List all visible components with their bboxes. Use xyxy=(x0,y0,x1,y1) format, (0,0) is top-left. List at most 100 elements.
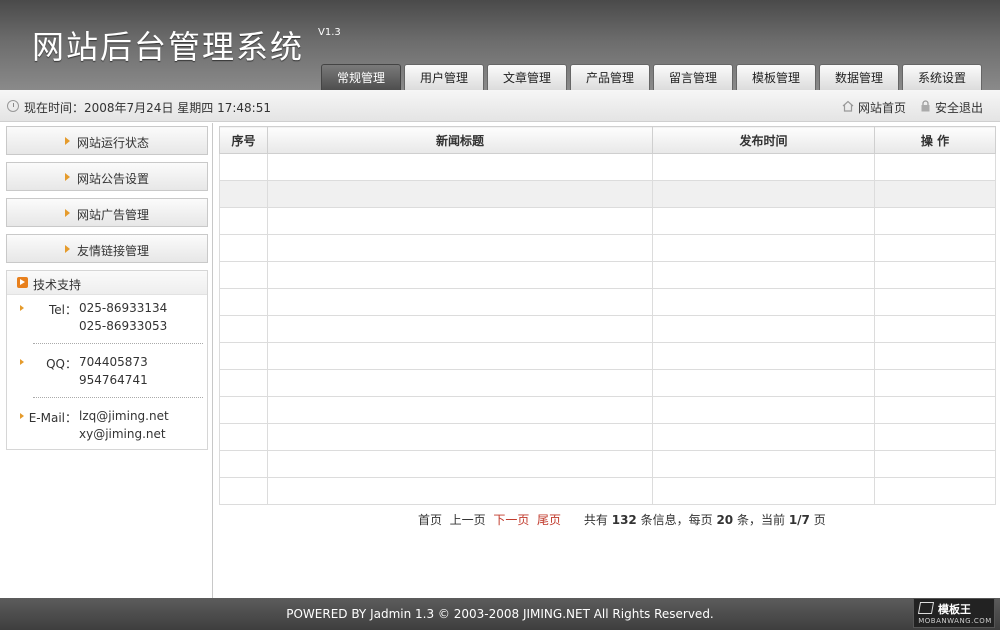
lock-icon xyxy=(921,100,930,112)
table-cell xyxy=(267,450,653,478)
table-cell xyxy=(219,207,268,235)
per-page-suffix: 条，当前 xyxy=(736,513,785,527)
arrow-right-icon xyxy=(65,209,70,217)
table-cell xyxy=(652,153,875,181)
page-suffix: 页 xyxy=(813,513,826,527)
sidebar-item-label: 网站运行状态 xyxy=(77,136,150,150)
table-cell xyxy=(267,261,653,289)
email-value[interactable]: xy@jiming.net xyxy=(79,427,166,441)
tab-products[interactable]: 产品管理 xyxy=(570,64,650,90)
table-cell xyxy=(874,180,996,208)
last-page-link[interactable]: 尾页 xyxy=(537,511,561,528)
pagination: 首页 上一页 下一页 尾页 共有 132 条信息，每页 20 条，当前 1/7 … xyxy=(418,511,826,528)
table-cell xyxy=(267,396,653,424)
total-suffix: 条信息，每页 xyxy=(640,513,713,527)
tab-data[interactable]: 数据管理 xyxy=(819,64,899,90)
qq-value: 954764741 xyxy=(79,373,148,387)
logo-icon xyxy=(917,602,935,614)
table-cell xyxy=(874,207,996,235)
table-row xyxy=(219,477,996,505)
table-cell xyxy=(874,288,996,316)
table-cell xyxy=(652,477,875,505)
arrow-right-icon xyxy=(65,137,70,145)
tab-messages[interactable]: 留言管理 xyxy=(653,64,733,90)
table-cell xyxy=(874,477,996,505)
table-row xyxy=(219,288,996,316)
table-row xyxy=(219,207,996,235)
table-cell xyxy=(267,369,653,397)
divider xyxy=(33,397,203,398)
home-icon xyxy=(842,100,854,112)
col-header-index[interactable]: 序号 xyxy=(219,126,268,154)
header: 网站后台管理系统 V1.3 常规管理 用户管理 文章管理 产品管理 留言管理 模… xyxy=(0,0,1000,90)
email-value[interactable]: lzq@jiming.net xyxy=(79,409,169,423)
tech-support-header: 技术支持 xyxy=(7,271,207,295)
table-cell xyxy=(874,153,996,181)
tab-settings[interactable]: 系统设置 xyxy=(902,64,982,90)
table-cell xyxy=(267,153,653,181)
sidebar-item-label: 网站公告设置 xyxy=(77,172,150,186)
table-cell xyxy=(874,261,996,289)
table-cell xyxy=(652,423,875,451)
sidebar-item-friend-links[interactable]: 友情链接管理 xyxy=(6,234,208,263)
col-header-publish-time[interactable]: 发布时间 xyxy=(652,126,875,154)
table-cell xyxy=(652,180,875,208)
table-cell xyxy=(219,288,268,316)
total-prefix: 共有 xyxy=(583,513,608,527)
prev-page-link[interactable]: 上一页 xyxy=(450,511,486,528)
tab-users[interactable]: 用户管理 xyxy=(404,64,484,90)
watermark-url: MOBANWANG.COM xyxy=(918,617,992,625)
table-cell xyxy=(267,477,653,505)
table-cell xyxy=(267,288,653,316)
tel-label: Tel： xyxy=(48,303,77,317)
table-row xyxy=(219,315,996,343)
table-row xyxy=(219,153,996,181)
col-header-title[interactable]: 新闻标题 xyxy=(267,126,653,154)
sidebar-item-site-status[interactable]: 网站运行状态 xyxy=(6,126,208,155)
table-cell xyxy=(652,207,875,235)
next-page-link[interactable]: 下一页 xyxy=(493,511,529,528)
table-cell xyxy=(652,315,875,343)
table-cell xyxy=(219,423,268,451)
tel-value: 025-86933134 xyxy=(79,301,168,315)
logout-link[interactable]: 安全退出 xyxy=(935,99,983,116)
table-row xyxy=(219,450,996,478)
sidebar: 网站运行状态 网站公告设置 网站广告管理 友情链接管理 技术支持 Tel： 02… xyxy=(0,123,213,598)
tab-general[interactable]: 常规管理 xyxy=(321,64,401,90)
table-cell xyxy=(652,234,875,262)
home-link[interactable]: 网站首页 xyxy=(858,99,906,116)
table-cell xyxy=(874,234,996,262)
news-table: 序号 新闻标题 发布时间 操 作 xyxy=(219,126,996,505)
table-row xyxy=(219,261,996,289)
table-row xyxy=(219,234,996,262)
table-cell xyxy=(267,207,653,235)
version-label: V1.3 xyxy=(318,27,341,38)
tab-templates[interactable]: 模板管理 xyxy=(736,64,816,90)
tel-value: 025-86933053 xyxy=(79,319,168,333)
arrow-right-icon xyxy=(65,173,70,181)
table-row xyxy=(219,423,996,451)
first-page-link[interactable]: 首页 xyxy=(418,511,442,528)
email-label: E-Mail： xyxy=(28,411,77,425)
clock-icon xyxy=(7,100,19,112)
status-bar: 现在时间：2008年7月24日 星期四 17:48:51 网站首页 安全退出 xyxy=(0,90,1000,122)
support-icon xyxy=(17,277,28,288)
sidebar-item-announcements[interactable]: 网站公告设置 xyxy=(6,162,208,191)
sidebar-item-label: 网站广告管理 xyxy=(77,208,150,222)
table-header-row: 序号 新闻标题 发布时间 操 作 xyxy=(219,126,996,154)
sidebar-item-ads[interactable]: 网站广告管理 xyxy=(6,198,208,227)
col-header-actions[interactable]: 操 作 xyxy=(874,126,996,154)
app-title: 网站后台管理系统 xyxy=(32,28,305,66)
tech-support-title: 技术支持 xyxy=(33,278,82,292)
table-cell xyxy=(219,450,268,478)
watermark-name: 模板王 xyxy=(938,603,971,616)
current-time: 现在时间：2008年7月24日 星期四 17:48:51 xyxy=(24,101,271,115)
table-cell xyxy=(219,153,268,181)
table-cell xyxy=(267,423,653,451)
tab-articles[interactable]: 文章管理 xyxy=(487,64,567,90)
copyright: POWERED BY Jadmin 1.3 © 2003-2008 JIMING… xyxy=(286,607,714,621)
table-cell xyxy=(219,315,268,343)
table-cell xyxy=(267,342,653,370)
divider xyxy=(33,343,203,344)
table-cell xyxy=(219,477,268,505)
